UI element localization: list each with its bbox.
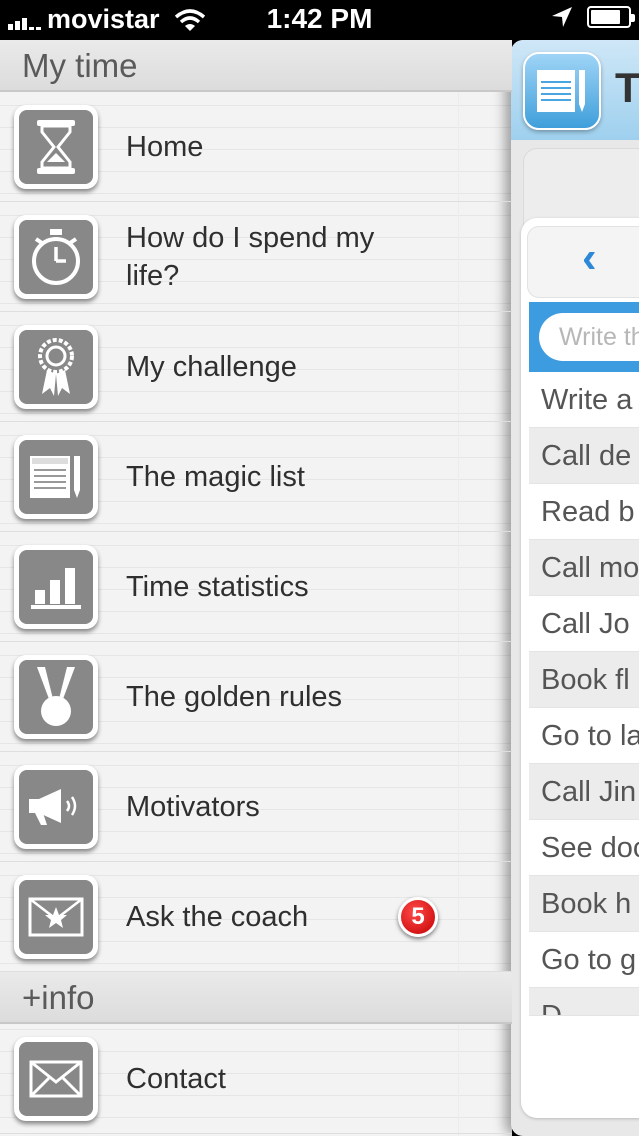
menu-item-label: Ask the coach: [126, 900, 309, 933]
status-bar: movistar 1:42 PM: [0, 0, 639, 40]
section-header-info: +info: [0, 972, 512, 1024]
stopwatch-icon: [14, 214, 98, 299]
menu-item-ask-the-coach[interactable]: Ask the coach 5: [0, 862, 512, 972]
back-chevron-icon[interactable]: ‹: [582, 233, 597, 283]
envelope-icon: [14, 1036, 98, 1121]
star-envelope-icon: [14, 874, 98, 959]
side-menu: My time Home How do I spend my life? My …: [0, 40, 512, 1136]
menu-item-label: The golden rules: [126, 680, 343, 713]
task-list: Write a Call de Read b Call mo Call Jo B…: [529, 372, 639, 1016]
menu-item-contact[interactable]: Contact: [0, 1024, 512, 1134]
task-row[interactable]: Go to la: [529, 708, 639, 764]
task-row[interactable]: Read b: [529, 484, 639, 540]
menu-item-the-golden-rules[interactable]: The golden rules: [0, 642, 512, 752]
task-row[interactable]: Write a: [529, 372, 639, 428]
section-header-my-time: My time: [0, 40, 512, 92]
task-row[interactable]: D: [529, 988, 639, 1016]
menu-item-my-challenge[interactable]: My challenge: [0, 312, 512, 422]
notepad-app-icon: [523, 52, 601, 130]
task-row[interactable]: See doc: [529, 820, 639, 876]
hourglass-icon: [14, 104, 98, 189]
main-title: T: [615, 64, 639, 111]
main-content-panel[interactable]: T ‹ Write a Call de Read b Call mo Call …: [511, 40, 639, 1136]
menu-item-motivators[interactable]: Motivators: [0, 752, 512, 862]
menu-item-label: How do I spend my life?: [126, 221, 375, 292]
main-header: T: [511, 40, 639, 140]
notification-badge: 5: [398, 897, 438, 937]
task-row[interactable]: Book h: [529, 876, 639, 932]
menu-item-home[interactable]: Home: [0, 92, 512, 202]
menu-item-how-do-i-spend-my-life[interactable]: How do I spend my life?: [0, 202, 512, 312]
menu-item-label: Home: [126, 130, 204, 163]
megaphone-icon: [14, 764, 98, 849]
menu-item-label: Motivators: [126, 790, 260, 823]
menu-item-label: The magic list: [126, 460, 305, 493]
task-list-panel: ‹ Write a Call de Read b Call mo Call Jo…: [521, 218, 639, 1118]
task-row[interactable]: Go to g: [529, 932, 639, 988]
battery-icon: [587, 6, 635, 28]
task-row[interactable]: Call mo: [529, 540, 639, 596]
task-row[interactable]: Call Jo: [529, 596, 639, 652]
award-ribbon-icon: [14, 324, 98, 409]
task-row[interactable]: Book fl: [529, 652, 639, 708]
task-row[interactable]: Call de: [529, 428, 639, 484]
notepad-pencil-icon: [14, 434, 98, 519]
menu-item-the-magic-list[interactable]: The magic list: [0, 422, 512, 532]
menu-item-label: My challenge: [126, 350, 297, 383]
location-arrow-icon: [552, 7, 572, 27]
list-nav-bar: ‹: [527, 226, 639, 298]
menu-item-label: Contact: [126, 1062, 226, 1095]
clock: 1:42 PM: [266, 3, 373, 34]
task-row[interactable]: Call Jin: [529, 764, 639, 820]
search-row: [529, 302, 639, 372]
bar-chart-icon: [14, 544, 98, 629]
task-input[interactable]: [539, 313, 639, 361]
medal-icon: [14, 654, 98, 739]
menu-item-label: Time statistics: [126, 570, 309, 603]
menu-item-time-statistics[interactable]: Time statistics: [0, 532, 512, 642]
